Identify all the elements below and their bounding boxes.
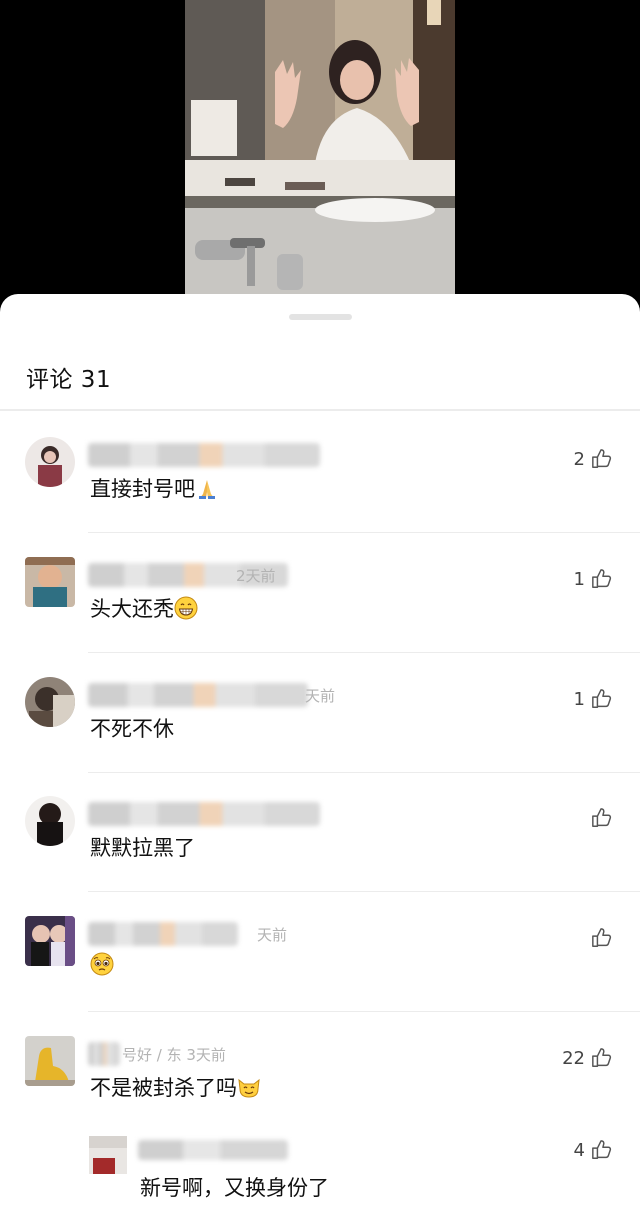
video-frame [185,0,455,294]
pleading-face-emoji [90,952,114,976]
like-button[interactable]: 22 [562,1046,613,1070]
like-button[interactable]: 1 [574,687,613,711]
like-count: 4 [573,1139,585,1161]
reply-text: 新号啊，又换身份了 [140,1176,329,1200]
avatar[interactable] [25,557,75,607]
folded-hands-emoji [199,480,215,499]
avatar-image [25,437,75,487]
comment-item: 直接封号吧 2 [0,413,640,533]
reply-username-blurred[interactable] [138,1140,288,1160]
comment-item: 2天前 头大还秃 1 [0,533,640,653]
username-blurred[interactable] [88,922,238,946]
avatar[interactable] [25,1036,75,1086]
comment-text: 默默拉黑了 [90,836,195,860]
like-button[interactable]: 4 [574,1138,613,1162]
reply-avatar[interactable] [89,1136,127,1174]
avatar[interactable] [25,916,75,966]
comment-time: 2天前 [236,567,276,585]
thumbs-up-icon [592,569,612,588]
comment-text: 直接封号吧 [90,473,219,503]
avatar-image [25,796,75,846]
comment-item: 天前 不死不休 1 [0,653,640,773]
avatar-image [25,677,75,727]
comment-text: 头大还秃 [90,593,198,623]
thumbs-up-icon [592,928,612,947]
avatar-image [25,1036,75,1086]
grinning-face-emoji [174,596,198,620]
divider [0,409,640,411]
reply-item: 新号啊，又换身份了 4 [0,1126,640,1225]
comments-title: 评论 31 [26,367,112,393]
thumbs-up-icon [592,1048,612,1067]
avatar-image [89,1136,127,1174]
avatar[interactable] [25,677,75,727]
comment-text: 不死不休 [90,717,174,741]
comment-time: 号好 / 东 3天前 [122,1046,226,1064]
comment-text: 不是被封杀了吗 [90,1072,261,1102]
thumbs-up-icon [592,449,612,468]
like-count: 1 [573,568,585,590]
username-blurred[interactable] [88,802,320,826]
avatar-image [25,916,75,966]
username-blurred[interactable] [88,683,308,707]
avatar[interactable] [25,796,75,846]
thumbs-up-icon [592,689,612,708]
avatar[interactable] [25,437,75,487]
like-count: 1 [573,688,585,710]
drag-handle[interactable] [289,314,352,320]
username-blurred[interactable] [88,443,320,467]
video-player[interactable] [185,0,455,294]
like-button[interactable]: 1 [574,567,613,591]
comment-text [90,952,114,977]
comments-sheet: 评论 31 直接封号吧 2 2天前 头大还秃 1 天前 不死不休 1 默默拉黑了… [0,294,640,1225]
thumbs-up-icon [592,808,612,827]
comment-item: 默默拉黑了 [0,772,640,892]
like-count: 2 [573,448,585,470]
username-blurred[interactable] [88,1042,120,1066]
comment-time: 天前 [257,926,288,944]
like-count: 22 [562,1047,585,1069]
like-button[interactable] [585,926,613,950]
thumbs-up-icon [592,1140,612,1159]
comment-item: 天前 [0,892,640,1012]
comment-time: 天前 [305,687,336,705]
comment-item: 号好 / 东 3天前 不是被封杀了吗 22 [0,1012,640,1132]
avatar-image [25,557,75,607]
like-button[interactable] [585,806,613,830]
like-button[interactable]: 2 [574,447,613,471]
cat-face-emoji [238,1078,260,1098]
